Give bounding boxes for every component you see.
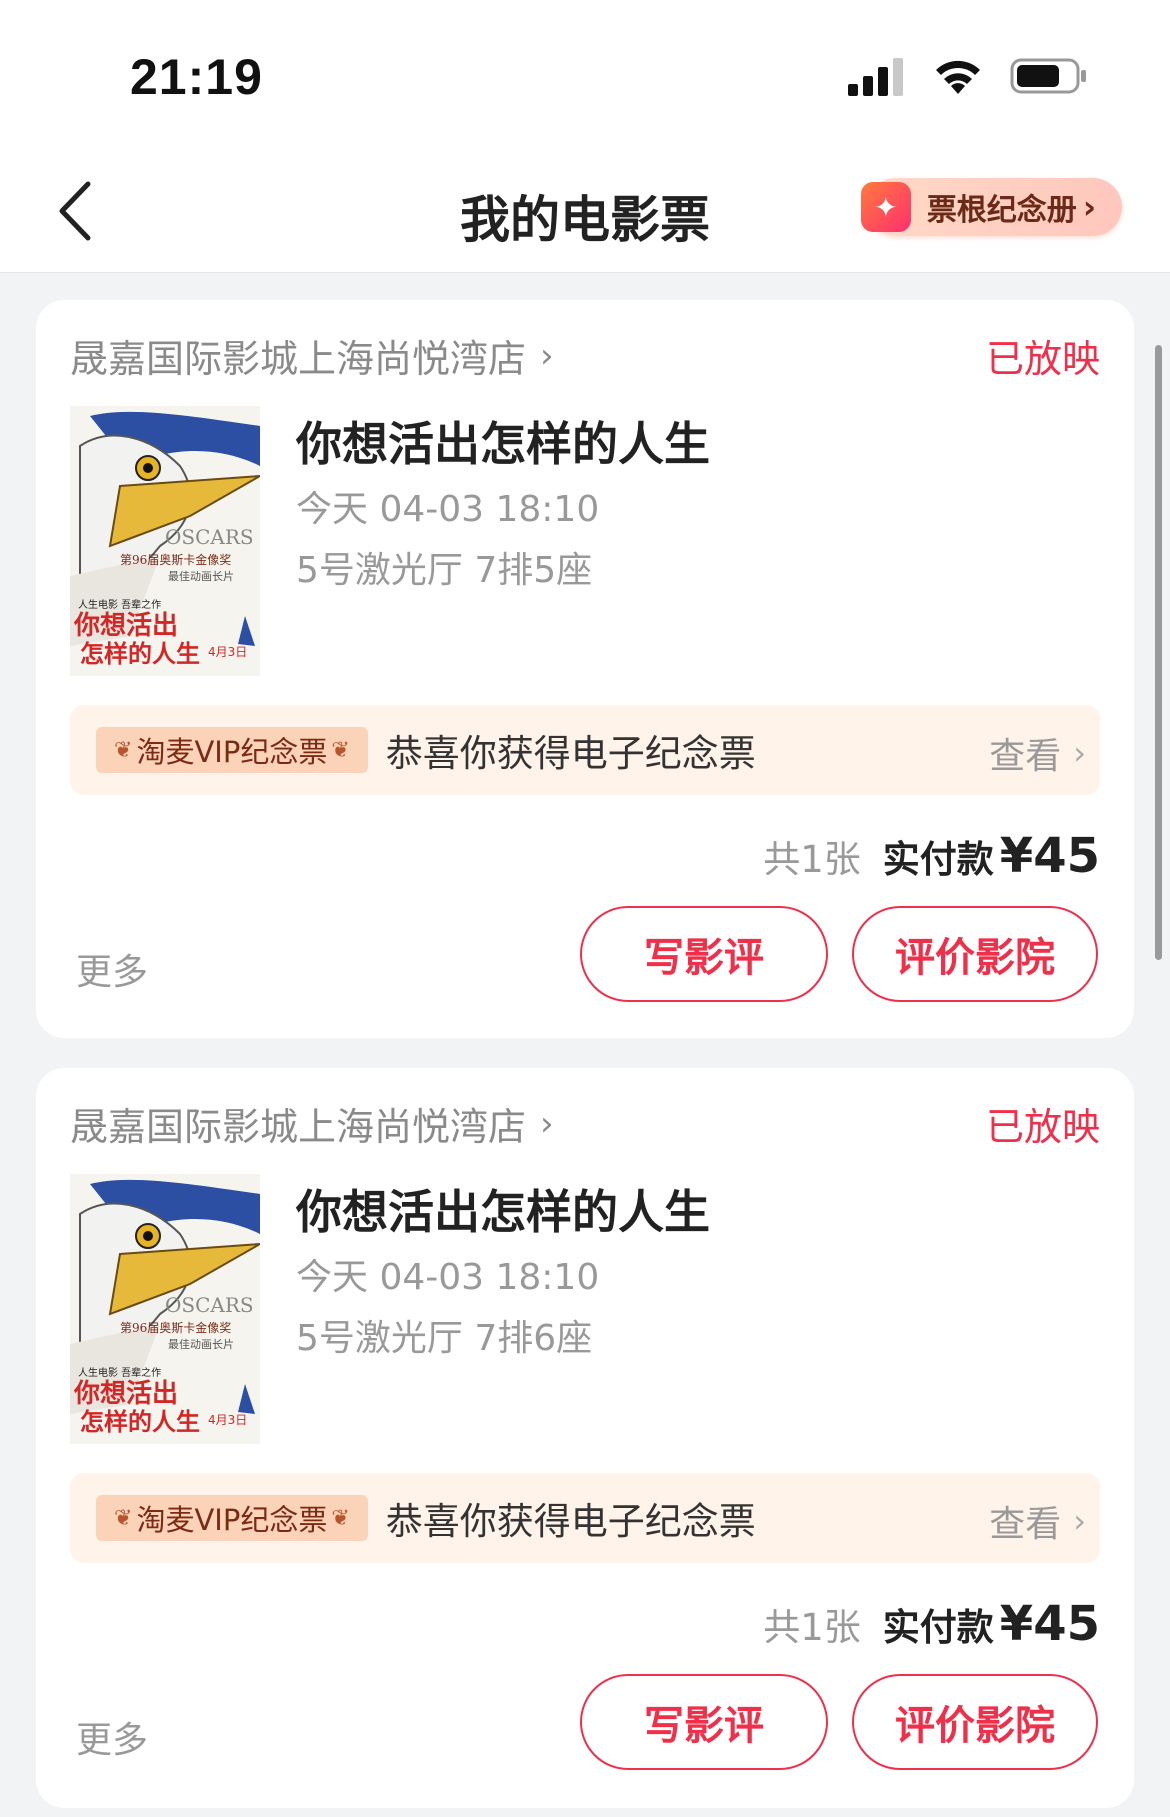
write-review-button[interactable]: 写影评	[580, 1674, 828, 1770]
status-badge: 已放映	[985, 1105, 1100, 1149]
chevron-right-icon: ›	[540, 335, 554, 376]
chevron-right-icon: ›	[1073, 734, 1086, 772]
vip-message: 恭喜你获得电子纪念票	[385, 732, 756, 775]
poster-tagline: 人生电影 吾辈之作	[78, 1366, 161, 1379]
paid-amount: ¥45	[999, 828, 1100, 884]
poster-art: OSCARS 第96届奥斯卡金像奖 最佳动画长片 人生电影 吾辈之作 你想活出 …	[70, 1174, 260, 1444]
vip-message: 恭喜你获得电子纪念票	[385, 1500, 756, 1543]
paid-label: 实付款	[882, 838, 994, 881]
status-badge: 已放映	[985, 337, 1100, 381]
movie-poster[interactable]: OSCARS 第96届奥斯卡金像奖 最佳动画长片 人生电影 吾辈之作 你想活出 …	[70, 1174, 260, 1444]
laurel-right-icon: ❦	[331, 737, 350, 763]
nav-bar: 我的电影票 ✦ 票根纪念册 ›	[0, 150, 1170, 273]
vip-souvenir-banner[interactable]: ❦ 淘麦VIP纪念票 ❦ 恭喜你获得电子纪念票 查看 ›	[70, 1473, 1100, 1563]
sparkle-icon: ✦	[860, 182, 911, 232]
vip-view-label: 查看	[989, 1504, 1062, 1545]
price-row: 共1张 实付款 ¥45	[763, 828, 1100, 884]
status-icons	[848, 56, 1088, 96]
poster-title-line2: 怎样的人生	[80, 1408, 200, 1436]
laurel-left-icon: ❦	[114, 1505, 133, 1531]
vip-badge: ❦ 淘麦VIP纪念票 ❦	[96, 727, 368, 773]
vip-badge: ❦ 淘麦VIP纪念票 ❦	[96, 1495, 368, 1541]
laurel-left-icon: ❦	[114, 737, 133, 763]
showtime: 今天 04-03 18:10	[296, 489, 600, 530]
signal-icon	[848, 58, 903, 96]
poster-art: OSCARS 第96届奥斯卡金像奖 最佳动画长片 人生电影 吾辈之作 你想活出 …	[70, 406, 260, 676]
status-time: 21:19	[130, 49, 263, 105]
vip-souvenir-banner[interactable]: ❦ 淘麦VIP纪念票 ❦ 恭喜你获得电子纪念票 查看 ›	[70, 705, 1100, 795]
wifi-icon	[936, 60, 980, 94]
poster-award-line1: 第96届奥斯卡金像奖	[120, 1320, 231, 1335]
cinema-link[interactable]: 晟嘉国际影城上海尚悦湾店 ›	[70, 328, 554, 383]
poster-award-line1: 第96届奥斯卡金像奖	[120, 552, 231, 567]
vip-badge-label: 淘麦VIP纪念票	[136, 735, 328, 769]
ticket-card: 晟嘉国际影城上海尚悦湾店 › 已放映 OSCARS 第96届奥斯卡金像奖 最佳动…	[36, 1068, 1134, 1808]
seat-info: 5号激光厅 7排5座	[296, 550, 593, 591]
poster-tagline: 人生电影 吾辈之作	[78, 598, 161, 611]
more-button[interactable]: 更多	[76, 1711, 148, 1763]
ticket-card: 晟嘉国际影城上海尚悦湾店 › 已放映 OSCARS 第96届奥斯卡金像奖 最佳动…	[36, 300, 1134, 1038]
poster-title-line2: 怎样的人生	[80, 640, 200, 668]
battery-icon	[1010, 58, 1086, 94]
poster-award-line2: 最佳动画长片	[168, 1337, 234, 1351]
price-row: 共1张 实付款 ¥45	[763, 1596, 1100, 1652]
vip-view-label: 查看	[989, 736, 1062, 777]
poster-award-line2: 最佳动画长片	[168, 569, 234, 583]
movie-poster[interactable]: OSCARS 第96届奥斯卡金像奖 最佳动画长片 人生电影 吾辈之作 你想活出 …	[70, 406, 260, 676]
more-button[interactable]: 更多	[76, 943, 148, 995]
laurel-right-icon: ❦	[331, 1505, 350, 1531]
write-review-button[interactable]: 写影评	[580, 906, 828, 1002]
stub-button-label: 票根纪念册	[926, 193, 1077, 228]
poster-release-date: 4月3日	[208, 645, 247, 659]
chevron-right-icon: ›	[1073, 1502, 1086, 1540]
cinema-name: 晟嘉国际影城上海尚悦湾店	[70, 337, 527, 381]
paid-amount: ¥45	[999, 1596, 1100, 1652]
ticket-count: 共1张	[763, 1606, 861, 1649]
poster-oscars-text: OSCARS	[165, 525, 254, 549]
poster-title-line1: 你想活出	[73, 611, 178, 641]
chevron-right-icon: ›	[1082, 188, 1096, 226]
poster-oscars-text: OSCARS	[165, 1293, 254, 1317]
movie-title[interactable]: 你想活出怎样的人生	[296, 1176, 710, 1242]
poster-release-date: 4月3日	[208, 1413, 247, 1427]
vip-badge-label: 淘麦VIP纪念票	[136, 1503, 328, 1537]
cinema-link[interactable]: 晟嘉国际影城上海尚悦湾店 ›	[70, 1096, 554, 1151]
seat-info: 5号激光厅 7排6座	[296, 1318, 593, 1359]
vip-view-link[interactable]: 查看 ›	[989, 1495, 1086, 1547]
scrollbar[interactable]	[1155, 345, 1162, 960]
ticket-count: 共1张	[763, 838, 861, 881]
ticket-stub-album-button[interactable]: ✦ 票根纪念册 ›	[860, 178, 1122, 236]
chevron-right-icon: ›	[540, 1103, 554, 1144]
cinema-name: 晟嘉国际影城上海尚悦湾店	[70, 1105, 527, 1149]
status-bar: 21:19	[0, 0, 1170, 150]
paid-label: 实付款	[882, 1606, 994, 1649]
vip-view-link[interactable]: 查看 ›	[989, 727, 1086, 779]
rate-cinema-button[interactable]: 评价影院	[852, 1674, 1098, 1770]
poster-title-line1: 你想活出	[73, 1379, 178, 1409]
movie-title[interactable]: 你想活出怎样的人生	[296, 408, 710, 474]
rate-cinema-button[interactable]: 评价影院	[852, 906, 1098, 1002]
showtime: 今天 04-03 18:10	[296, 1257, 600, 1298]
